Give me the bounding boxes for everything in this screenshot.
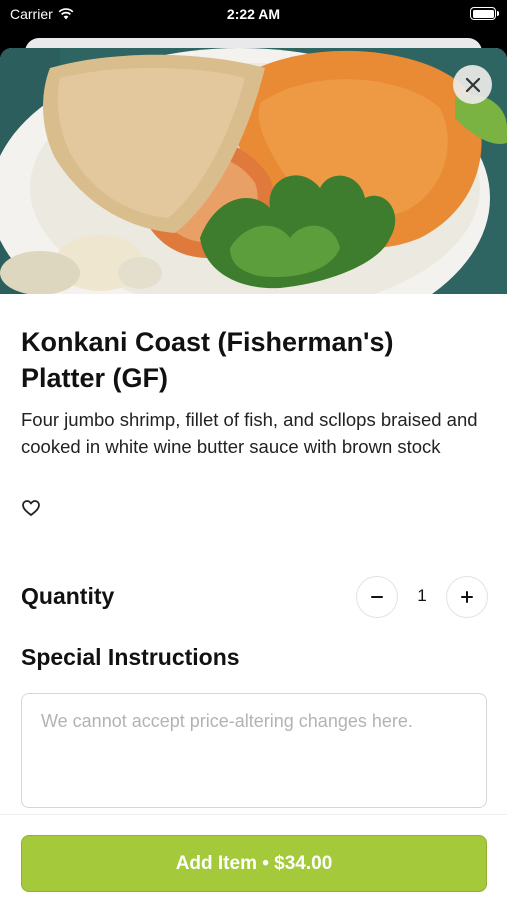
screen: Carrier 2:22 AM Konkani Coast (Fisherman… (0, 0, 507, 900)
status-time: 2:22 AM (226, 6, 281, 22)
status-bar: Carrier 2:22 AM (0, 0, 507, 30)
item-description: Four jumbo shrimp, fillet of fish, and s… (21, 409, 478, 457)
quantity-label: Quantity (21, 583, 115, 609)
heart-outline-icon (22, 500, 40, 516)
special-instructions-label: Special Instructions (21, 644, 240, 670)
item-title: Konkani Coast (Fisherman's) Platter (GF) (21, 327, 394, 393)
quantity-stepper: 1 (356, 576, 488, 618)
plus-icon (461, 591, 473, 603)
increment-button[interactable] (446, 576, 488, 618)
close-icon (465, 77, 480, 92)
close-button[interactable] (453, 65, 492, 104)
favorite-button[interactable] (21, 498, 41, 518)
footer: Add Item • $34.00 (0, 814, 507, 900)
special-instructions-input[interactable] (21, 693, 487, 808)
item-detail-sheet: Konkani Coast (Fisherman's) Platter (GF)… (0, 48, 507, 900)
quantity-value: 1 (417, 586, 427, 605)
minus-icon (371, 596, 383, 598)
add-item-button[interactable]: Add Item • $34.00 (21, 835, 487, 892)
decrement-button[interactable] (356, 576, 398, 618)
food-photo (0, 48, 507, 294)
battery-icon (470, 7, 499, 20)
